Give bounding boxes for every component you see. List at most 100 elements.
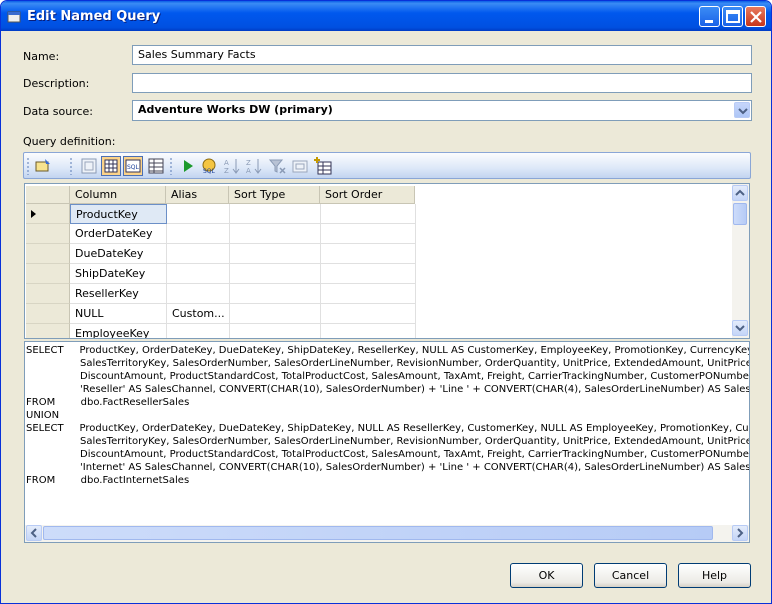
svg-text:Z: Z [224,167,229,175]
scroll-left-button[interactable] [26,525,42,541]
cell-alias[interactable] [167,324,230,338]
run-icon[interactable] [178,156,198,176]
add-table-icon[interactable] [313,156,333,176]
help-button[interactable]: Help [678,563,751,588]
description-field[interactable] [132,73,752,93]
cell-alias[interactable] [167,244,230,264]
sql-horizontal-scrollbar[interactable] [25,525,749,542]
cell-column[interactable]: OrderDateKey [70,224,167,244]
datasource-label: Data source: [23,105,93,118]
cell-sort-type[interactable] [230,204,321,224]
grid-pane-icon[interactable] [101,156,121,176]
cell-sort-type[interactable] [230,244,321,264]
cell-sort-order[interactable] [321,244,416,264]
sql-line[interactable]: UNION [26,409,59,422]
sql-line[interactable]: SELECT ProductKey, OrderDateKey, DueDate… [26,344,749,357]
svg-text:A: A [246,167,251,175]
cell-alias[interactable] [167,204,230,224]
cell-alias[interactable] [167,264,230,284]
sort-descending-icon[interactable]: ZA [244,156,264,176]
toolbar-grip[interactable] [27,157,29,175]
svg-text:SQL: SQL [203,168,216,175]
description-label: Description: [23,77,90,90]
cell-sort-type[interactable] [230,304,321,324]
scroll-thumb[interactable] [733,203,747,225]
use-group-by-icon[interactable] [290,156,310,176]
cell-sort-type[interactable] [230,324,321,338]
sort-ascending-icon[interactable]: AZ [222,156,242,176]
row-header-corner [26,186,70,204]
scroll-thumb[interactable] [43,526,713,540]
cell-sort-type[interactable] [230,264,321,284]
datasource-value: Adventure Works DW (primary) [138,103,333,116]
sql-pane-icon[interactable]: SQL [123,156,143,176]
toolbar-grip[interactable] [70,157,72,175]
toolbar-grip[interactable] [170,157,172,175]
scroll-right-button[interactable] [732,525,748,541]
column-header-alias[interactable]: Alias [166,186,229,204]
remove-filter-icon[interactable] [267,156,287,176]
svg-text:A: A [224,159,229,167]
cell-column[interactable]: ResellerKey [70,284,167,304]
sql-pane[interactable]: SELECT ProductKey, OrderDateKey, DueDate… [24,341,750,543]
close-button[interactable] [745,6,766,27]
sql-line[interactable]: SalesTerritoryKey, SalesOrderNumber, Sal… [26,357,749,370]
datasource-dropdown[interactable]: Adventure Works DW (primary) [132,100,752,121]
column-header-sort-type[interactable]: Sort Type [229,186,320,204]
diagram-pane-icon[interactable] [79,156,99,176]
verify-sql-icon[interactable]: SQL [200,156,220,176]
query-definition-label: Query definition: [23,135,116,148]
svg-text:Z: Z [246,159,251,167]
cancel-button[interactable]: Cancel [594,563,667,588]
svg-text:SQL: SQL [127,164,140,171]
maximize-button[interactable] [722,6,743,27]
cell-sort-order[interactable] [321,264,416,284]
cell-column[interactable]: ProductKey [70,204,167,224]
column-header-sort-order[interactable]: Sort Order [320,186,415,204]
query-toolbar: SQL SQL AZ ZA [23,152,751,179]
row-header[interactable] [26,204,70,224]
cell-column[interactable]: EmployeeKey [70,324,167,338]
sql-line[interactable]: DiscountAmount, ProductStandardCost, Tot… [26,370,749,383]
cell-sort-order[interactable] [321,304,416,324]
cell-alias[interactable]: Custom... [167,304,230,324]
sql-line[interactable]: SalesTerritoryKey, SalesOrderNumber, Sal… [26,435,749,448]
row-header[interactable] [26,224,70,244]
grid-vertical-scrollbar[interactable] [732,184,749,338]
cell-alias[interactable] [167,284,230,304]
cell-alias[interactable] [167,224,230,244]
sql-line[interactable]: SELECT ProductKey, OrderDateKey, DueDate… [26,422,749,435]
scroll-up-button[interactable] [732,185,748,201]
cell-sort-type[interactable] [230,224,321,244]
cell-column[interactable]: DueDateKey [70,244,167,264]
sql-line[interactable]: 'Internet' AS SalesChannel, CONVERT(CHAR… [26,461,749,474]
ok-button[interactable]: OK [510,563,583,588]
cell-sort-order[interactable] [321,324,416,338]
name-label: Name: [23,50,60,63]
sql-line[interactable]: 'Reseller' AS SalesChannel, CONVERT(CHAR… [26,383,749,396]
cell-sort-type[interactable] [230,284,321,304]
cell-column[interactable]: NULL [70,304,167,324]
query-designer-icon[interactable] [33,156,53,176]
name-field[interactable]: Sales Summary Facts [132,45,752,65]
current-row-arrow-icon [31,210,36,218]
results-pane-icon[interactable] [146,156,166,176]
cell-sort-order[interactable] [321,204,416,224]
column-header-column[interactable]: Column [70,186,166,204]
row-header[interactable] [26,324,70,338]
edit-named-query-dialog: Edit Named Query Name: Sales Summary Fac… [0,0,772,604]
sql-line[interactable]: FROM dbo.FactInternetSales [26,474,189,487]
row-header[interactable] [26,284,70,304]
chevron-down-icon[interactable] [734,102,750,118]
cell-column[interactable]: ShipDateKey [70,264,167,284]
cell-sort-order[interactable] [321,284,416,304]
row-header[interactable] [26,264,70,284]
title-bar[interactable]: Edit Named Query [1,1,771,31]
row-header[interactable] [26,304,70,324]
minimize-button[interactable] [699,6,720,27]
sql-line[interactable]: DiscountAmount, ProductStandardCost, Tot… [26,448,749,461]
scroll-down-button[interactable] [732,320,748,336]
cell-sort-order[interactable] [321,224,416,244]
row-header[interactable] [26,244,70,264]
sql-line[interactable]: FROM dbo.FactResellerSales [26,396,189,409]
